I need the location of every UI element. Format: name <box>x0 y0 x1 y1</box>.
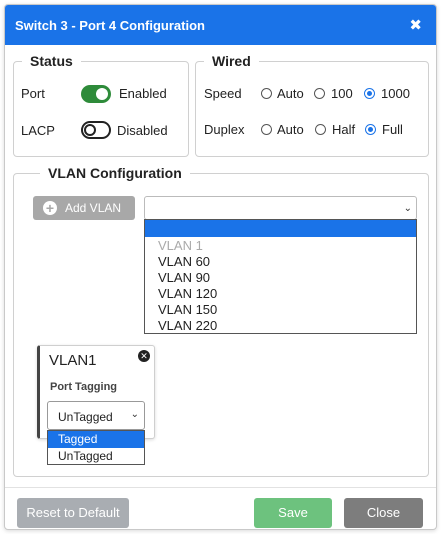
chevron-down-icon: ⌄ <box>130 409 139 420</box>
speed-label: Speed <box>204 86 242 101</box>
tagging-option-tagged[interactable]: Tagged <box>48 431 144 448</box>
wired-section: Wired <box>195 53 429 157</box>
save-button[interactable]: Save <box>254 498 332 528</box>
speed-radio-1000[interactable] <box>364 88 375 99</box>
toggle-knob <box>96 88 108 100</box>
vlan-option-blank-highlighted[interactable] <box>145 220 416 237</box>
port-toggle[interactable] <box>81 85 111 103</box>
lacp-state-text: Disabled <box>117 123 168 138</box>
vlan-legend: VLAN Configuration <box>48 165 182 181</box>
status-section: Status <box>13 53 189 157</box>
duplex-radio-auto[interactable] <box>261 124 272 135</box>
add-vlan-button[interactable]: + Add VLAN <box>33 196 135 220</box>
duplex-option-half: Half <box>332 122 356 137</box>
duplex-option-full: Full <box>382 122 403 137</box>
close-icon[interactable]: ✖ <box>409 16 422 34</box>
vlan-option-1: VLAN 1 <box>158 238 203 253</box>
port-tagging-options: Tagged UnTagged <box>47 430 145 465</box>
chevron-down-icon: ⌄ <box>403 203 412 214</box>
duplex-label: Duplex <box>204 122 245 137</box>
speed-radio-auto[interactable] <box>261 88 272 99</box>
plus-icon: + <box>43 201 57 215</box>
lacp-toggle[interactable] <box>81 121 111 139</box>
port-tagging-select[interactable]: UnTagged ⌄ <box>47 401 145 430</box>
vlan-option-120[interactable]: VLAN 120 <box>158 286 217 301</box>
speed-radio-100[interactable] <box>314 88 325 99</box>
vlan-option-60[interactable]: VLAN 60 <box>158 254 210 269</box>
duplex-radio-full[interactable] <box>365 124 376 135</box>
speed-option-auto: Auto <box>277 86 304 101</box>
remove-icon[interactable]: ✕ <box>138 350 150 362</box>
port-state-text: Enabled <box>119 86 167 101</box>
vlan-option-150[interactable]: VLAN 150 <box>158 302 217 317</box>
vlan-select[interactable]: ⌄ <box>144 196 417 220</box>
vlan-option-90[interactable]: VLAN 90 <box>158 270 210 285</box>
port-tagging-value: UnTagged <box>58 410 113 424</box>
vlan-card-name: VLAN1 <box>49 352 97 369</box>
vlan-options-list: VLAN 1 VLAN 60 VLAN 90 VLAN 120 VLAN 150… <box>144 219 417 334</box>
toggle-knob <box>84 124 96 136</box>
close-button[interactable]: Close <box>344 498 423 528</box>
dialog-title: Switch 3 - Port 4 Configuration <box>15 18 205 33</box>
lacp-label: LACP <box>21 123 55 138</box>
reset-to-default-button[interactable]: Reset to Default <box>17 498 129 528</box>
port-tagging-label: Port Tagging <box>50 381 118 393</box>
speed-option-1000: 1000 <box>381 86 410 101</box>
footer-divider <box>5 487 436 488</box>
duplex-option-auto: Auto <box>277 122 304 137</box>
add-vlan-label: Add VLAN <box>65 201 122 215</box>
port-config-dialog: Switch 3 - Port 4 Configuration ✖ Status… <box>4 4 437 530</box>
vlan-option-220[interactable]: VLAN 220 <box>158 318 217 333</box>
port-label: Port <box>21 86 45 101</box>
speed-option-100: 100 <box>331 86 353 101</box>
dialog-titlebar: Switch 3 - Port 4 Configuration ✖ <box>5 5 436 45</box>
duplex-radio-half[interactable] <box>315 124 326 135</box>
tagging-option-untagged[interactable]: UnTagged <box>48 448 144 465</box>
wired-legend: Wired <box>212 53 251 69</box>
status-legend: Status <box>30 53 73 69</box>
